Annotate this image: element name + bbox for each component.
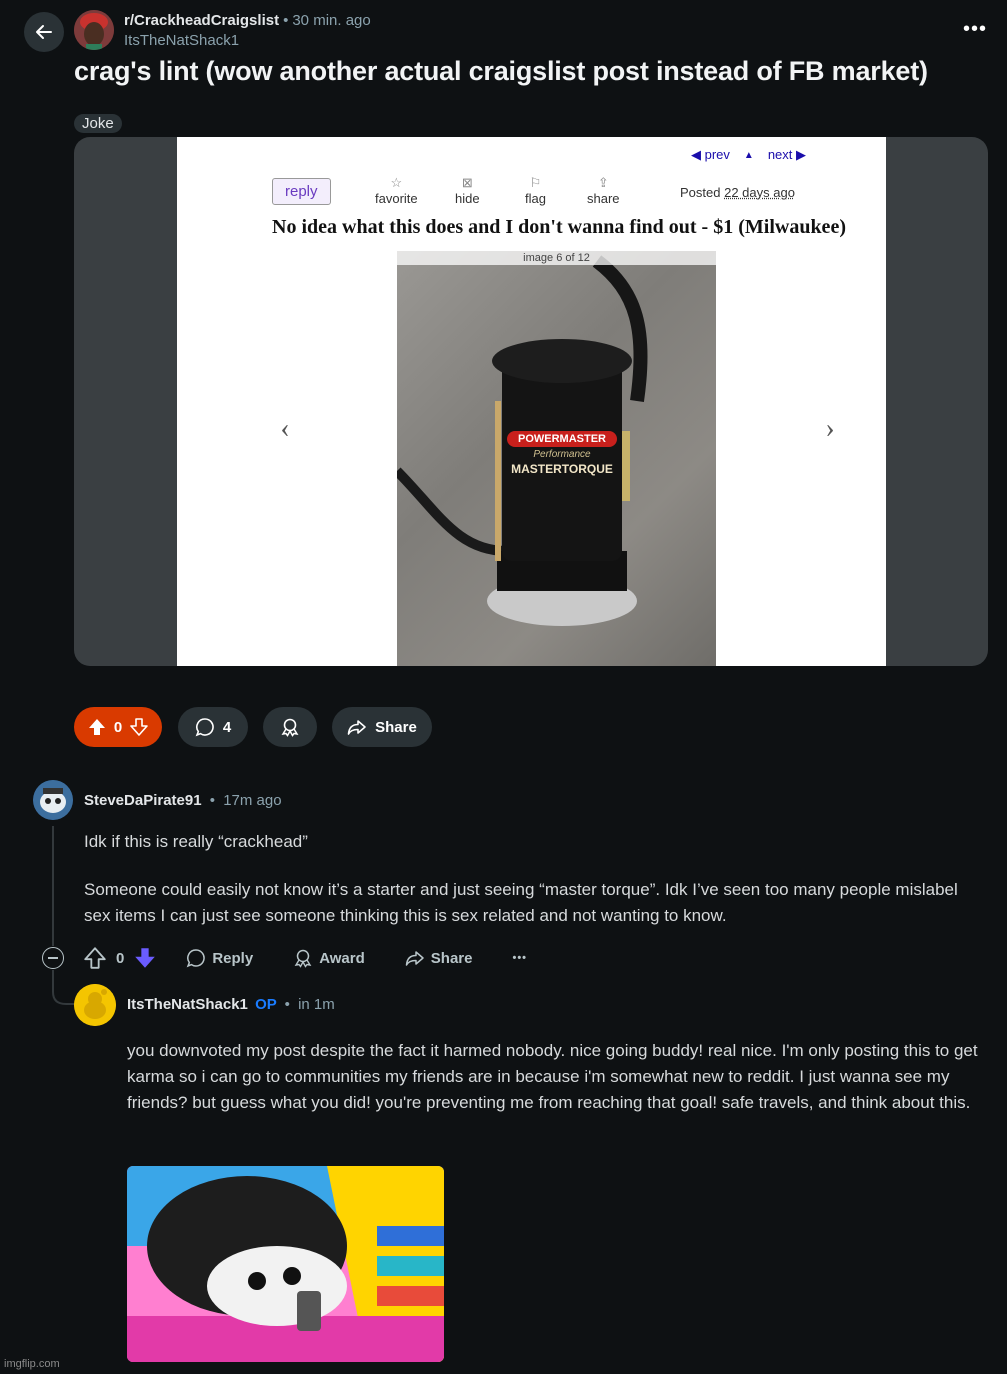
product-name: MASTERTORQUE — [511, 462, 613, 476]
post-author[interactable]: ItsTheNatShack1 — [124, 32, 239, 49]
comment-author[interactable]: ItsTheNatShack1 — [127, 996, 248, 1013]
post-flair[interactable]: Joke — [74, 114, 122, 133]
comment-header: SteveDaPirate91 • 17m ago — [84, 792, 282, 809]
share-button[interactable]: Share — [405, 948, 473, 968]
product-photo: POWERMASTER Performance MASTERTORQUE ima… — [397, 251, 716, 666]
comment-icon — [195, 718, 214, 737]
comment-count: 4 — [222, 718, 232, 736]
comment-image[interactable] — [127, 1166, 444, 1362]
post-meta-line: r/CrackheadCraigslist • 30 min. ago — [124, 12, 371, 29]
craigslist-reply-button: reply — [272, 178, 331, 205]
craigslist-favorite: ☆ favorite — [375, 175, 418, 206]
watermark: imgflip.com — [4, 1358, 60, 1370]
comment-avatar[interactable] — [33, 780, 73, 820]
comment-body: you downvoted my post despite the fact i… — [127, 1038, 993, 1116]
product-subtitle: Performance — [533, 449, 591, 460]
meta-separator: • — [284, 996, 290, 1013]
comment-vote-count: 0 — [116, 949, 125, 967]
collapse-thread-button[interactable] — [42, 947, 64, 969]
image-counter: image 6 of 12 — [397, 251, 716, 265]
flag-icon: ⚐ — [529, 175, 542, 190]
craigslist-nav: ◀ prev ▲ next ▶ — [691, 147, 806, 163]
downvote-icon[interactable] — [134, 947, 156, 969]
share-label: Share — [430, 949, 473, 967]
op-badge: OP — [255, 996, 277, 1013]
post-title: crag's lint (wow another actual craigsli… — [74, 56, 928, 86]
subreddit-link[interactable]: r/CrackheadCraigslist — [124, 12, 279, 29]
comment-more-button[interactable]: ••• — [512, 952, 527, 964]
share-arrow-icon — [405, 951, 424, 966]
award-button[interactable] — [263, 707, 317, 747]
snoo-avatar-image — [33, 780, 73, 820]
share-arrow-icon — [347, 720, 366, 735]
comment-author[interactable]: SteveDaPirate91 — [84, 792, 202, 809]
upvote-icon[interactable] — [88, 718, 106, 736]
comment-time: in 1m — [298, 996, 335, 1013]
arrow-left-icon — [36, 25, 52, 39]
award-button[interactable]: Award — [293, 948, 365, 968]
craigslist-prev-arrow: ‹ — [272, 391, 298, 467]
award-icon — [294, 949, 312, 968]
prev-link: ◀ prev — [691, 147, 730, 162]
more-options-button[interactable]: ••• — [963, 18, 987, 41]
downvote-icon[interactable] — [130, 718, 148, 736]
post-time: 30 min. ago — [292, 12, 371, 29]
comment-paragraph: you downvoted my post despite the fact i… — [127, 1041, 978, 1112]
reply-label: Reply — [212, 949, 254, 967]
comments-button[interactable]: 4 — [178, 707, 248, 747]
craigslist-title: No idea what this does and I don't wanna… — [272, 216, 846, 238]
snoo-avatar-image — [74, 984, 116, 1026]
chevron-right-icon: › — [825, 413, 835, 444]
avatar-image — [74, 10, 114, 50]
subreddit-avatar[interactable] — [74, 10, 114, 50]
post-media[interactable]: ◀ prev ▲ next ▶ reply ☆ favorite ⊠ hide ⚐ f… — [74, 137, 988, 666]
back-button[interactable] — [24, 12, 64, 52]
reply-button[interactable]: Reply — [186, 948, 253, 968]
vote-control: 0 — [74, 707, 162, 747]
craigslist-hide: ⊠ hide — [455, 175, 480, 206]
comment-actions: 0 Reply Award Share ••• — [84, 945, 527, 971]
craigslist-share: ⇪ share — [587, 175, 620, 206]
thread-line — [52, 826, 54, 946]
comment-avatar[interactable] — [74, 984, 116, 1026]
minus-icon — [48, 957, 58, 959]
meta-separator: • — [283, 12, 289, 29]
award-icon — [281, 718, 299, 737]
product-brand: POWERMASTER — [507, 431, 617, 447]
meme-image — [127, 1166, 444, 1362]
craigslist-next-arrow: › — [817, 391, 843, 467]
chevron-left-icon: ‹ — [280, 413, 290, 444]
hide-icon: ⊠ — [461, 175, 473, 190]
craigslist-screenshot: ◀ prev ▲ next ▶ reply ☆ favorite ⊠ hide ⚐ f… — [177, 137, 886, 666]
comment-icon — [187, 949, 206, 968]
next-link: next ▶ — [767, 147, 806, 162]
share-label: Share — [375, 718, 417, 736]
share-button[interactable]: Share — [332, 707, 432, 747]
comment-paragraph: Idk if this is really “crackhead” — [84, 832, 308, 851]
star-icon: ☆ — [390, 175, 403, 190]
share-icon: ⇪ — [597, 175, 609, 190]
vote-count: 0 — [113, 718, 123, 736]
reply-connector — [52, 970, 76, 1005]
up-link: ▲ — [743, 149, 754, 161]
meta-separator: • — [209, 792, 216, 809]
craigslist-flag: ⚐ flag — [525, 175, 546, 206]
comment-body: Idk if this is really “crackhead” Someon… — [84, 829, 974, 929]
comment-time: 17m ago — [223, 792, 282, 809]
upvote-icon[interactable] — [84, 947, 106, 969]
craigslist-posted: Posted 22 days ago — [680, 185, 795, 200]
comment-paragraph: Someone could easily not know it’s a sta… — [84, 880, 958, 925]
award-label: Award — [319, 949, 365, 967]
comment-header: ItsTheNatShack1 OP • in 1m — [127, 996, 335, 1013]
